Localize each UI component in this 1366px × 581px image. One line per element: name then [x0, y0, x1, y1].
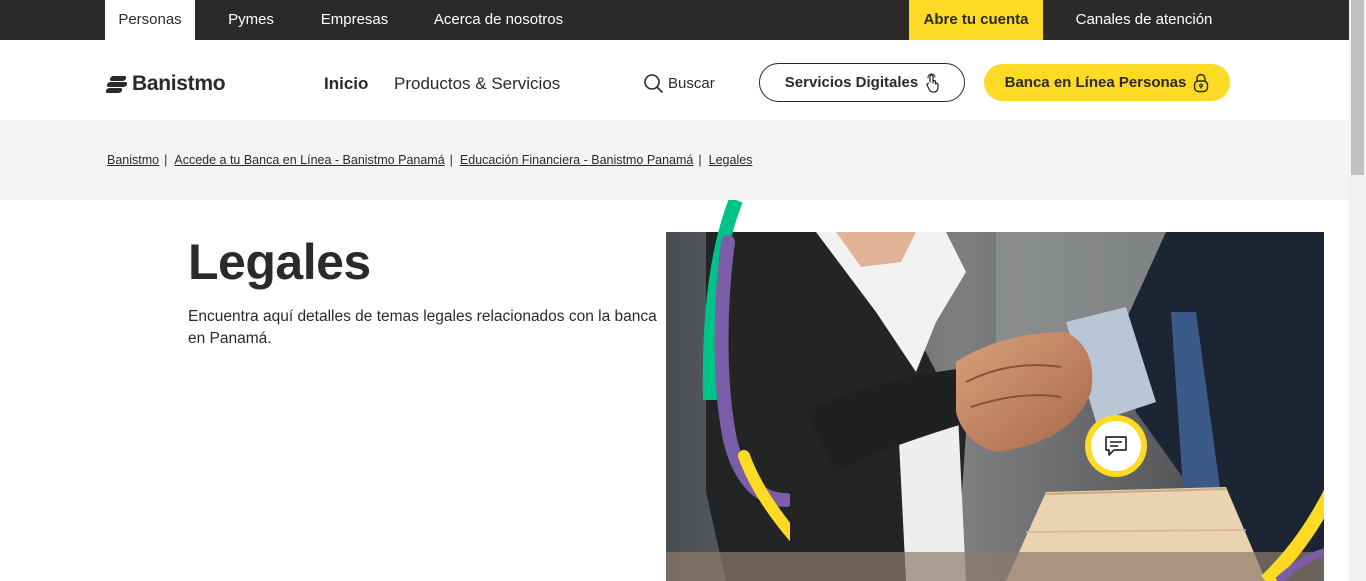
- breadcrumb-banca-en-linea[interactable]: Accede a tu Banca en Línea - Banistmo Pa…: [174, 153, 444, 167]
- chat-button[interactable]: [1085, 415, 1147, 477]
- online-banking-button[interactable]: Banca en Línea Personas: [984, 64, 1230, 101]
- page-description: Encuentra aquí detalles de temas legales…: [188, 308, 657, 347]
- tab-pymes[interactable]: Pymes: [215, 0, 287, 40]
- online-banking-label: Banca en Línea Personas: [1004, 74, 1187, 91]
- touch-icon: [926, 73, 939, 93]
- logo-text: Banistmo: [132, 72, 226, 95]
- tab-acerca-de-nosotros[interactable]: Acerca de nosotros: [421, 0, 576, 40]
- chat-icon: [1105, 436, 1127, 456]
- banistmo-logo[interactable]: Banistmo: [105, 72, 226, 96]
- breadcrumb-separator: |: [449, 153, 453, 167]
- decorative-curves: [690, 200, 790, 581]
- breadcrumb-legales[interactable]: Legales: [709, 153, 753, 167]
- search-label: Buscar: [668, 74, 715, 92]
- search-button[interactable]: Buscar: [643, 73, 715, 93]
- breadcrumb-banistmo[interactable]: Banistmo: [107, 153, 159, 167]
- tab-personas[interactable]: Personas: [105, 0, 195, 40]
- top-navigation-bar: Personas Pymes Empresas Acerca de nosotr…: [0, 0, 1349, 40]
- nav-inicio[interactable]: Inicio: [324, 74, 368, 94]
- breadcrumb-separator: |: [698, 153, 702, 167]
- breadcrumb-separator: |: [164, 153, 168, 167]
- breadcrumb-educacion-financiera[interactable]: Educación Financiera - Banistmo Panamá: [460, 153, 693, 167]
- logo-mark-icon: [105, 74, 128, 94]
- chat-button-inner: [1091, 421, 1141, 471]
- page-title: Legales: [188, 234, 371, 290]
- scrollbar-thumb[interactable]: [1351, 0, 1364, 175]
- digital-services-label: Servicios Digitales: [784, 74, 919, 91]
- service-channels-link[interactable]: Canales de atención: [1063, 0, 1225, 40]
- open-account-link[interactable]: Abre tu cuenta: [909, 0, 1043, 40]
- page-scrollbar[interactable]: [1349, 0, 1366, 581]
- digital-services-button[interactable]: Servicios Digitales: [759, 63, 965, 102]
- breadcrumb: Banistmo | Accede a tu Banca en Línea - B…: [107, 153, 752, 167]
- tab-empresas[interactable]: Empresas: [307, 0, 402, 40]
- search-icon: [644, 74, 663, 93]
- lock-icon: [1194, 73, 1209, 92]
- nav-productos-servicios[interactable]: Productos & Servicios: [394, 74, 560, 94]
